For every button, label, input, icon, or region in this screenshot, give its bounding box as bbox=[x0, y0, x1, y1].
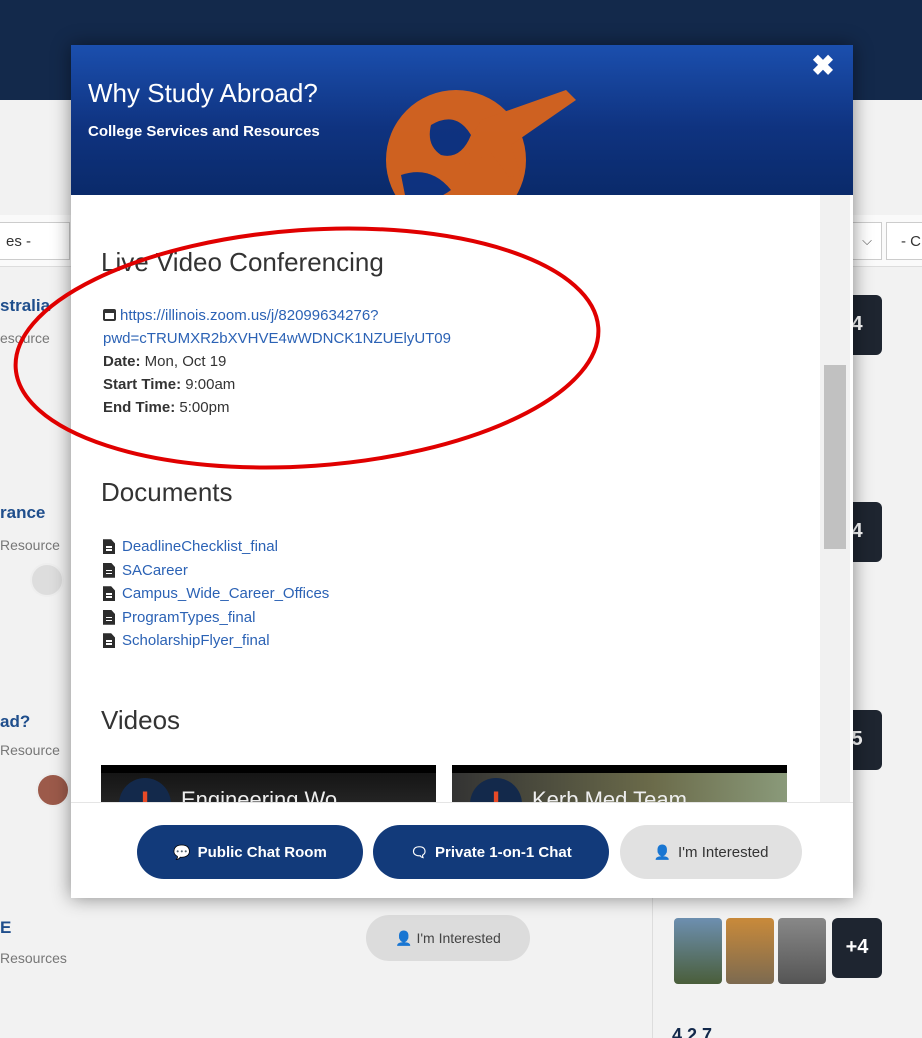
file-icon bbox=[103, 586, 115, 602]
card-subtitle: Resource bbox=[0, 537, 60, 553]
interested-label: I'm Interested bbox=[678, 843, 769, 861]
documents-list: DeadlineChecklist_final SACareer Campus_… bbox=[103, 535, 329, 653]
end-time-label: End Time: bbox=[103, 399, 176, 416]
globe-plane-icon bbox=[386, 90, 576, 195]
modal-body[interactable]: Live Video Conferencing https://illinois… bbox=[71, 195, 853, 802]
filter-dropdown-right[interactable]: - C bbox=[886, 222, 922, 260]
interested-button[interactable]: 👤 I'm Interested bbox=[366, 915, 530, 961]
document-link[interactable]: ScholarshipFlyer_final bbox=[122, 629, 270, 653]
thumbnail-image[interactable] bbox=[726, 918, 774, 984]
video-thumbnail[interactable]: I Engineering Wo... bbox=[101, 765, 436, 802]
chevron-down-icon[interactable]: ⌵ bbox=[852, 222, 882, 260]
public-chat-button[interactable]: 💬 Public Chat Room bbox=[137, 825, 363, 879]
filter-dropdown-left[interactable]: es - bbox=[0, 222, 70, 260]
chat-bubble-icon: 💬 bbox=[173, 843, 191, 860]
private-chat-label: Private 1-on-1 Chat bbox=[435, 843, 572, 861]
documents-heading: Documents bbox=[101, 477, 233, 507]
card-subtitle: esource bbox=[0, 330, 50, 346]
resource-modal: Why Study Abroad? College Services and R… bbox=[71, 45, 853, 898]
illinois-logo-icon: I bbox=[470, 778, 522, 802]
scrollbar-thumb[interactable] bbox=[824, 365, 846, 549]
modal-subtitle: College Services and Resources bbox=[88, 123, 320, 140]
video-top-bar bbox=[452, 765, 787, 773]
resource-counts: 4 2 7 bbox=[672, 1025, 713, 1038]
message-icon: 🗨 bbox=[410, 843, 429, 860]
file-icon bbox=[103, 562, 115, 578]
avatar bbox=[30, 563, 64, 597]
thumbnail-image[interactable] bbox=[778, 918, 826, 984]
illinois-logo-icon: I bbox=[119, 778, 171, 802]
document-item[interactable]: ProgramTypes_final bbox=[103, 606, 329, 630]
user-plus-icon: 👤 bbox=[395, 930, 413, 946]
close-icon[interactable]: ✖ bbox=[807, 51, 839, 83]
document-item[interactable]: SACareer bbox=[103, 559, 329, 583]
document-link[interactable]: SACareer bbox=[122, 559, 188, 583]
zoom-meeting-info: https://illinois.zoom.us/j/82099634276? … bbox=[103, 304, 563, 419]
modal-title: Why Study Abroad? bbox=[88, 78, 318, 108]
interested-button[interactable]: 👤 I'm Interested bbox=[620, 825, 802, 879]
calendar-icon bbox=[103, 309, 116, 321]
card-subtitle: Resource bbox=[0, 742, 60, 758]
file-icon bbox=[103, 609, 115, 625]
live-video-heading: Live Video Conferencing bbox=[101, 247, 384, 277]
videos-heading: Videos bbox=[101, 705, 181, 735]
start-time-label: Start Time: bbox=[103, 376, 182, 393]
file-icon bbox=[103, 539, 115, 555]
interested-label: I'm Interested bbox=[416, 930, 501, 946]
thumbnail-count[interactable]: +4 bbox=[832, 918, 882, 978]
public-chat-label: Public Chat Room bbox=[197, 843, 327, 861]
document-item[interactable]: Campus_Wide_Career_Offices bbox=[103, 582, 329, 606]
private-chat-button[interactable]: 🗨 Private 1-on-1 Chat bbox=[373, 825, 609, 879]
modal-footer: 💬 Public Chat Room 🗨 Private 1-on-1 Chat… bbox=[71, 802, 853, 898]
card-title[interactable]: stralia bbox=[0, 296, 50, 316]
video-top-bar bbox=[101, 765, 436, 773]
file-icon bbox=[103, 633, 115, 649]
user-plus-icon: 👤 bbox=[653, 843, 672, 860]
modal-header: Why Study Abroad? College Services and R… bbox=[71, 45, 853, 195]
card-subtitle: Resources bbox=[0, 950, 67, 966]
date-value: Mon, Oct 19 bbox=[140, 353, 227, 370]
document-item[interactable]: DeadlineChecklist_final bbox=[103, 535, 329, 559]
date-label: Date: bbox=[103, 353, 141, 370]
video-title: Kerb Med Team ... bbox=[532, 787, 712, 802]
card-title[interactable]: E bbox=[0, 918, 11, 938]
card-title[interactable]: rance bbox=[0, 503, 45, 523]
video-thumbnail[interactable]: I Kerb Med Team ... bbox=[452, 765, 787, 802]
avatar bbox=[36, 773, 70, 807]
document-link[interactable]: ProgramTypes_final bbox=[122, 606, 255, 630]
document-item[interactable]: ScholarshipFlyer_final bbox=[103, 629, 329, 653]
zoom-link[interactable]: https://illinois.zoom.us/j/82099634276? bbox=[120, 307, 379, 324]
document-link[interactable]: DeadlineChecklist_final bbox=[122, 535, 278, 559]
video-title: Engineering Wo... bbox=[181, 787, 356, 802]
card-title[interactable]: ad? bbox=[0, 712, 30, 732]
thumbnail-image[interactable] bbox=[674, 918, 722, 984]
document-link[interactable]: Campus_Wide_Career_Offices bbox=[122, 582, 329, 606]
start-time-value: 9:00am bbox=[181, 376, 236, 393]
end-time-value: 5:00pm bbox=[175, 399, 230, 416]
zoom-link-continued[interactable]: pwd=cTRUMXR2bXVHVE4wWDNCK1NZUElyUT09 bbox=[103, 330, 451, 347]
